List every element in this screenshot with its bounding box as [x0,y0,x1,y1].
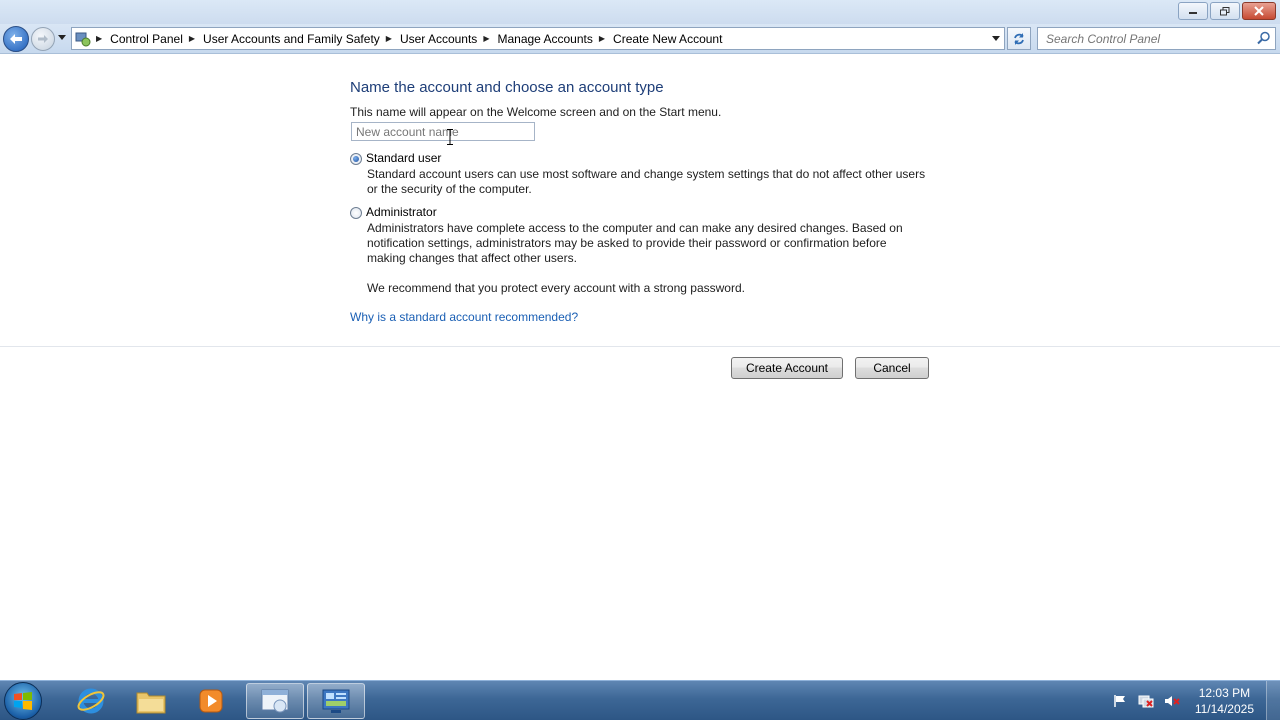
minimize-icon [1189,12,1197,14]
taskbar-control-panel[interactable] [307,683,365,719]
arrow-left-icon [10,34,22,44]
media-player-icon [199,689,223,713]
show-desktop-button[interactable] [1266,681,1280,721]
taskbar-internet-explorer[interactable] [62,683,120,719]
page-title: Name the account and choose an account t… [350,79,664,96]
search-input[interactable] [1046,31,1246,46]
breadcrumb-arrow-icon[interactable]: ▶ [483,34,489,43]
navigation-bar: ▶ Control Panel ▶ User Accounts and Fami… [0,24,1280,54]
control-panel-icon [322,689,350,713]
search-box[interactable] [1037,27,1276,50]
account-name-input[interactable] [351,122,535,141]
clock-date: 11/14/2025 [1194,702,1254,716]
administrator-radio[interactable] [350,207,362,219]
breadcrumb-arrow-icon[interactable]: ▶ [386,34,392,43]
breadcrumb-arrow-icon[interactable]: ▶ [96,34,102,43]
control-panel-window: ▶ Control Panel ▶ User Accounts and Fami… [0,0,1280,680]
window-icon [261,689,289,713]
breadcrumb-user-accounts[interactable]: User Accounts [400,32,477,46]
taskbar-window-item[interactable] [246,683,304,719]
caption-buttons [1178,2,1276,20]
arrow-right-icon [38,35,48,43]
breadcrumb-control-panel[interactable]: Control Panel [110,32,183,46]
restore-icon [1220,6,1230,15]
administrator-label[interactable]: Administrator [366,205,437,219]
breadcrumb-arrow-icon[interactable]: ▶ [189,34,195,43]
minimize-button[interactable] [1178,2,1208,20]
folder-icon [136,692,166,714]
refresh-icon [1014,32,1024,45]
password-recommendation: We recommend that you protect every acco… [367,281,745,295]
address-bar[interactable]: ▶ Control Panel ▶ User Accounts and Fami… [71,27,1005,50]
breadcrumb-user-accounts-family-safety[interactable]: User Accounts and Family Safety [203,32,380,46]
windows-logo-icon [14,692,32,710]
standard-user-description: Standard account users can use most soft… [367,167,926,196]
chevron-down-icon [992,36,1000,41]
volume-muted-icon[interactable] [1164,693,1180,709]
restore-button[interactable] [1210,2,1240,20]
control-panel-icon [72,28,94,49]
taskbar-media-player[interactable] [182,683,240,719]
close-button[interactable] [1242,2,1276,20]
forward-button[interactable] [31,27,55,51]
start-button[interactable] [4,682,42,720]
system-tray: 12:03 PM 11/14/2025 [1107,681,1280,721]
name-description: This name will appear on the Welcome scr… [350,105,722,119]
clock-time: 12:03 PM [1198,686,1251,700]
clock[interactable]: 12:03 PM 11/14/2025 [1195,685,1254,717]
address-dropdown[interactable] [992,33,1000,43]
taskbar-windows-explorer[interactable] [122,683,180,719]
internet-explorer-icon [77,688,105,714]
breadcrumb-create-new-account[interactable]: Create New Account [613,32,722,46]
search-icon[interactable] [1257,31,1271,45]
close-icon [1254,6,1264,16]
network-icon[interactable] [1138,693,1154,709]
cancel-button[interactable]: Cancel [855,357,929,379]
text-cursor-icon [447,129,453,145]
action-center-flag-icon[interactable] [1112,693,1128,709]
back-button[interactable] [3,26,29,52]
recent-pages-dropdown[interactable] [58,32,66,42]
breadcrumb-manage-accounts[interactable]: Manage Accounts [497,32,592,46]
taskbar: 12:03 PM 11/14/2025 [0,680,1280,721]
administrator-description: Administrators have complete access to t… [367,221,903,265]
content-area: Name the account and choose an account t… [0,55,1280,680]
chevron-down-icon [58,35,66,40]
divider [0,346,1280,347]
create-account-button[interactable]: Create Account [731,357,843,379]
standard-user-label[interactable]: Standard user [366,151,441,165]
title-bar [0,0,1280,24]
breadcrumb-arrow-icon[interactable]: ▶ [599,34,605,43]
standard-user-radio[interactable] [350,153,362,165]
standard-account-help-link[interactable]: Why is a standard account recommended? [350,310,578,324]
refresh-button[interactable] [1007,27,1031,50]
